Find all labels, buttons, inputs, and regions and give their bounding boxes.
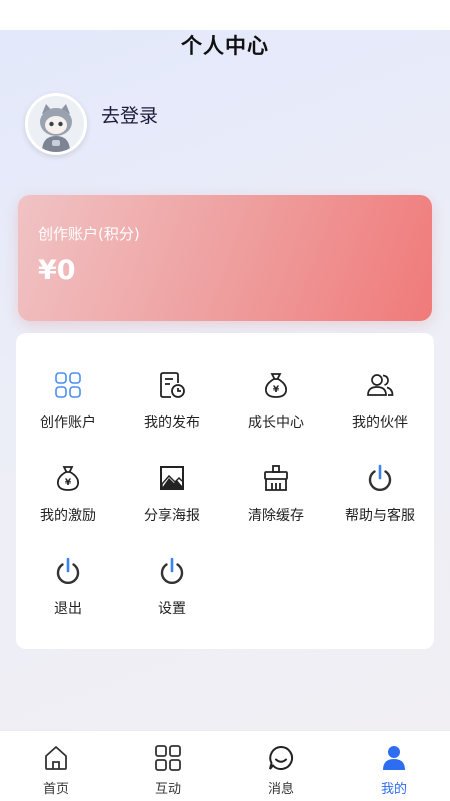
robot-avatar-icon xyxy=(28,96,84,152)
users-icon xyxy=(367,374,394,396)
points-amount: ¥0 xyxy=(38,255,76,286)
menu-label: 我的伙伴 xyxy=(352,415,408,431)
tab-home[interactable]: 首页 xyxy=(0,731,112,801)
power-icon xyxy=(368,464,392,492)
tab-label: 消息 xyxy=(267,782,294,797)
broom-icon xyxy=(264,465,288,491)
menu-label: 清除缓存 xyxy=(248,508,304,524)
menu-label: 设置 xyxy=(158,601,186,617)
home-icon xyxy=(45,746,67,770)
bottom-tab-bar: 首页 互动 消息 我的 xyxy=(0,730,450,801)
menu-item-help-service[interactable]: 帮助与客服 xyxy=(328,464,432,544)
user-icon xyxy=(383,746,405,770)
creation-account-card[interactable]: 创作账户(积分) ¥0 xyxy=(18,195,432,321)
power-icon xyxy=(56,557,80,585)
chat-icon xyxy=(269,745,294,770)
menu-item-logout[interactable]: 退出 xyxy=(16,557,120,637)
tab-mine[interactable]: 我的 xyxy=(338,731,450,801)
menu-label: 我的激励 xyxy=(40,508,96,524)
menu-label: 我的发布 xyxy=(144,415,200,431)
menu-panel: 创作账户 我的发布 ¥ 成长中心 我的伙伴 ¥ 我的激励 分享海报 清除缓存 帮… xyxy=(16,333,434,649)
avatar[interactable] xyxy=(25,93,87,155)
menu-label: 成长中心 xyxy=(248,415,304,431)
grid-icon xyxy=(155,745,181,771)
menu-item-my-incentives[interactable]: ¥ 我的激励 xyxy=(16,464,120,544)
tab-label: 我的 xyxy=(380,782,407,797)
menu-item-my-partners[interactable]: 我的伙伴 xyxy=(328,371,432,451)
svg-text:¥: ¥ xyxy=(65,478,72,488)
login-link[interactable]: 去登录 xyxy=(101,101,158,128)
image-icon xyxy=(160,466,184,490)
document-clock-icon xyxy=(160,372,185,398)
grid-icon xyxy=(55,372,81,398)
menu-item-share-poster[interactable]: 分享海报 xyxy=(120,464,224,544)
menu-item-settings[interactable]: 设置 xyxy=(120,557,224,637)
tab-interaction[interactable]: 互动 xyxy=(112,731,224,801)
card-label: 创作账户(积分) xyxy=(38,225,140,243)
menu-label: 帮助与客服 xyxy=(345,508,415,524)
power-icon xyxy=(160,557,184,585)
money-bag-icon: ¥ xyxy=(265,373,287,398)
tab-label: 首页 xyxy=(42,782,69,797)
menu-item-creation-account[interactable]: 创作账户 xyxy=(16,371,120,451)
page-title: 个人中心 xyxy=(181,34,269,58)
menu-label: 创作账户 xyxy=(40,415,96,431)
svg-text:¥: ¥ xyxy=(273,385,280,395)
tab-label: 互动 xyxy=(154,782,181,797)
tab-messages[interactable]: 消息 xyxy=(225,731,337,801)
menu-label: 分享海报 xyxy=(144,508,200,524)
money-bag-icon: ¥ xyxy=(57,466,79,491)
menu-item-my-posts[interactable]: 我的发布 xyxy=(120,371,224,451)
menu-item-clear-cache[interactable]: 清除缓存 xyxy=(224,464,328,544)
menu-label: 退出 xyxy=(54,601,82,617)
menu-item-growth-center[interactable]: ¥ 成长中心 xyxy=(224,371,328,451)
